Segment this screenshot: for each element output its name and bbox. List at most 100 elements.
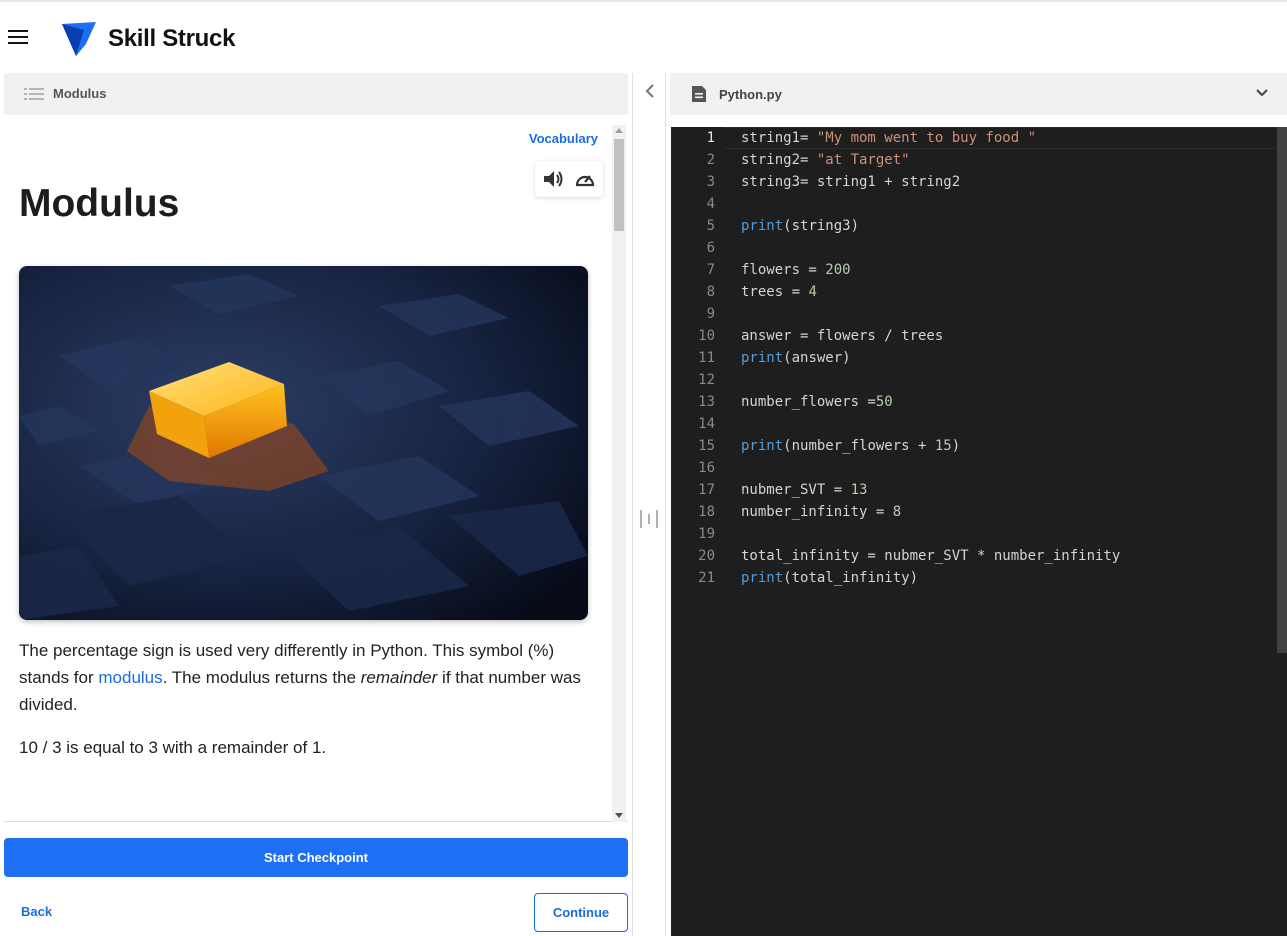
code-line[interactable]: string2= "at Target" — [741, 149, 1271, 171]
code-token: flowers = — [741, 262, 826, 278]
vocabulary-link[interactable]: Vocabulary — [529, 131, 598, 146]
code-line[interactable]: trees = 4 — [741, 281, 1271, 303]
line-number: 16 — [698, 460, 715, 476]
code-token: string1= — [741, 130, 817, 146]
code-line[interactable] — [741, 523, 1271, 545]
chevron-left-icon[interactable] — [643, 81, 657, 101]
line-number: 17 — [698, 482, 715, 498]
code-token: trees = — [741, 284, 809, 300]
brand-name: Skill Struck — [108, 25, 236, 52]
back-button[interactable]: Back — [21, 904, 52, 919]
code-editor[interactable]: 1 2 3 4 5 6 7 8 9 10 11 12 13 14 15 16 17 18 19 20 21 string… — [671, 127, 1287, 936]
line-number: 4 — [706, 196, 715, 212]
code-line[interactable]: number_infinity = 8 — [741, 501, 1271, 523]
code-token: answer = flowers / trees — [741, 328, 944, 344]
code-token: ) — [951, 438, 961, 454]
lesson-header: Modulus — [4, 73, 628, 115]
code-token: (answer) — [783, 350, 851, 366]
file-tab-bar: Python.py — [670, 73, 1287, 115]
line-number: 9 — [706, 306, 715, 322]
speed-gauge-icon[interactable] — [574, 169, 596, 189]
code-token: (number_flowers + — [783, 438, 935, 454]
code-token: "at Target" — [816, 152, 910, 168]
line-number: 21 — [698, 570, 715, 586]
line-number: 1 — [706, 130, 715, 146]
start-checkpoint-button[interactable]: Start Checkpoint — [4, 838, 628, 877]
chevron-down-icon[interactable] — [1255, 88, 1269, 98]
emphasis-text: remainder — [360, 668, 438, 687]
line-number: 7 — [706, 262, 715, 278]
modulus-vocab-link[interactable]: modulus — [98, 668, 162, 687]
code-token: 4 — [808, 284, 817, 300]
line-number: 5 — [706, 218, 715, 234]
code-line[interactable]: answer = flowers / trees — [741, 325, 1271, 347]
line-number: 8 — [706, 284, 715, 300]
code-token: string3= string1 + string2 — [741, 174, 961, 190]
lesson-paragraph-2: 10 / 3 is equal to 3 with a remainder of… — [19, 738, 327, 757]
continue-button[interactable]: Continue — [534, 893, 628, 932]
code-line[interactable]: total_infinity = nubmer_SVT * number_inf… — [741, 545, 1271, 567]
panel-divider — [632, 73, 666, 936]
menu-icon[interactable] — [8, 30, 28, 46]
code-token: print — [741, 350, 784, 366]
volume-icon[interactable] — [542, 169, 564, 189]
code-token: 15 — [934, 438, 952, 454]
editor-scrollbar[interactable] — [1277, 127, 1287, 653]
code-line[interactable]: print(number_flowers + 15) — [741, 435, 1271, 457]
code-token: "My mom went to buy food " — [816, 130, 1037, 146]
line-number: 10 — [698, 328, 715, 344]
scrollbar-thumb[interactable] — [614, 139, 624, 231]
code-token: 8 — [892, 504, 902, 520]
scroll-down-icon[interactable] — [615, 813, 623, 818]
top-bar: Skill Struck — [0, 0, 1287, 72]
code-line[interactable] — [741, 369, 1271, 391]
line-number: 13 — [698, 394, 715, 410]
line-number: 3 — [706, 174, 715, 190]
lesson-content: Vocabulary Modulus The percentage sign i… — [4, 122, 628, 822]
line-number: 2 — [706, 152, 715, 168]
lesson-tools — [535, 161, 603, 197]
code-token: total_infinity = nubmer_SVT * number_inf… — [741, 548, 1121, 564]
code-line[interactable] — [741, 237, 1271, 259]
file-name[interactable]: Python.py — [719, 87, 782, 102]
code-token: nubmer_SVT = — [741, 482, 851, 498]
line-number: 6 — [706, 240, 715, 256]
list-icon[interactable] — [24, 88, 44, 100]
lesson-paragraph-1: The percentage sign is used very differe… — [19, 637, 589, 718]
line-number: 19 — [698, 526, 715, 542]
resize-handle-icon[interactable] — [638, 509, 660, 529]
code-token: print — [741, 570, 784, 586]
scroll-up-icon[interactable] — [615, 128, 623, 133]
code-token: string2= — [741, 152, 817, 168]
lesson-scrollbar[interactable] — [612, 125, 626, 822]
code-token: number_infinity = — [741, 504, 893, 520]
code-line[interactable] — [741, 193, 1271, 215]
code-line[interactable]: nubmer_SVT = 13 — [741, 479, 1271, 501]
code-token: number_flowers = — [741, 394, 876, 410]
line-number: 11 — [698, 350, 715, 366]
code-line[interactable]: string1= "My mom went to buy food " — [741, 127, 1271, 149]
code-line[interactable]: string3= string1 + string2 — [741, 171, 1271, 193]
code-token: 200 — [825, 262, 851, 278]
file-icon — [692, 86, 706, 102]
lesson-header-title: Modulus — [53, 86, 107, 101]
code-line[interactable] — [741, 413, 1271, 435]
line-number: 14 — [698, 416, 715, 432]
code-token: (total_infinity) — [783, 570, 919, 586]
line-number: 18 — [698, 504, 715, 520]
code-token: (string3) — [783, 218, 860, 234]
lesson-title: Modulus — [19, 182, 180, 225]
code-token: print — [741, 218, 784, 234]
code-line[interactable] — [741, 457, 1271, 479]
line-number-gutter: 1 2 3 4 5 6 7 8 9 10 11 12 13 14 15 16 17 18 19 20 21 — [671, 127, 723, 589]
code-line[interactable]: print(answer) — [741, 347, 1271, 369]
code-area[interactable]: string1= "My mom went to buy food " strin… — [741, 127, 1271, 589]
code-line[interactable]: print(total_infinity) — [741, 567, 1271, 589]
paragraph-text: . The modulus returns the — [162, 668, 361, 687]
code-line[interactable]: print(string3) — [741, 215, 1271, 237]
code-line[interactable]: number_flowers =50 — [741, 391, 1271, 413]
glowing-cube-image — [19, 266, 588, 620]
code-line[interactable]: flowers = 200 — [741, 259, 1271, 281]
code-token: print — [741, 438, 784, 454]
code-line[interactable] — [741, 303, 1271, 325]
